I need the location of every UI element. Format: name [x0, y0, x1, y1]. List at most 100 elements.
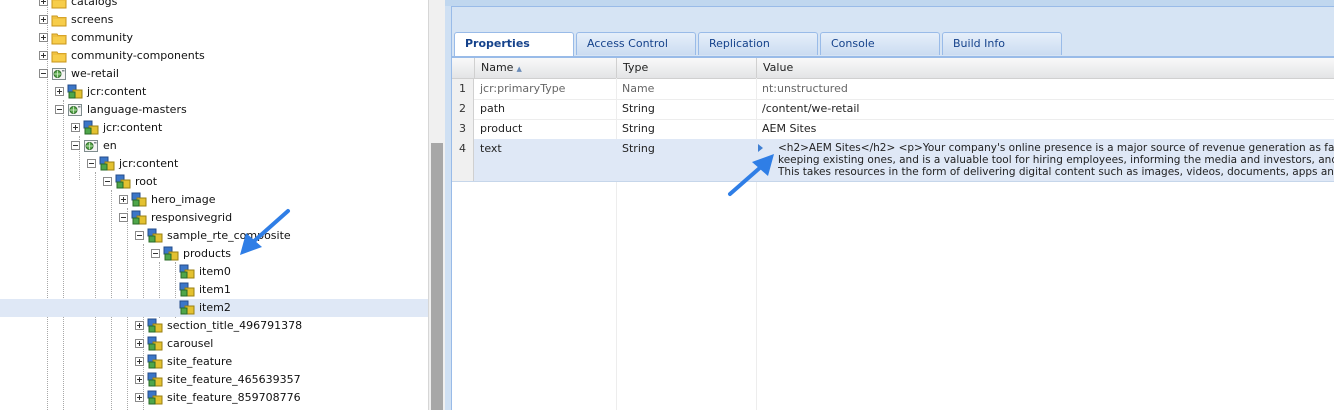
table-row[interactable]: 3 product String AEM Sites — [452, 119, 1334, 140]
tree-node[interactable]: catalogs — [0, 0, 428, 11]
tree-node-label: site_feature_465639357 — [167, 373, 301, 386]
sort-ascending-icon: ▲ — [516, 65, 522, 73]
column-header-type[interactable]: Type — [616, 58, 756, 78]
tree-node[interactable]: item0 — [0, 263, 428, 281]
property-name: path — [480, 102, 506, 115]
node-icon — [179, 300, 195, 316]
tab-strip: Properties Access Control Replication Co… — [452, 32, 1334, 57]
row-number: 4 — [452, 139, 474, 181]
tree-node[interactable]: community — [0, 29, 428, 47]
tree-node[interactable]: responsivegrid — [0, 209, 428, 227]
tree-node[interactable]: screens — [0, 11, 428, 29]
tree-scrollbar[interactable] — [428, 0, 445, 410]
property-value: AEM Sites — [762, 122, 817, 135]
tree-node[interactable]: jcr:content — [0, 155, 428, 173]
tree-node-label: root — [135, 175, 158, 188]
tree-node[interactable]: root — [0, 173, 428, 191]
node-icon — [147, 228, 163, 244]
tab-build-info[interactable]: Build Info — [942, 32, 1062, 55]
properties-panel: Properties Access Control Replication Co… — [445, 0, 1334, 410]
property-type: String — [622, 122, 655, 135]
column-header-name[interactable]: Name ▲ — [474, 58, 616, 78]
expand-icon[interactable] — [55, 87, 64, 96]
expand-icon[interactable] — [39, 51, 48, 60]
collapse-icon[interactable] — [119, 213, 128, 222]
collapse-icon[interactable] — [151, 249, 160, 258]
column-header-value[interactable]: Value — [756, 58, 1334, 78]
property-name: product — [480, 122, 523, 135]
tree-node[interactable]: site_feature_859708776 — [0, 389, 428, 407]
collapse-icon[interactable] — [103, 177, 112, 186]
collapse-icon[interactable] — [55, 105, 64, 114]
expand-icon[interactable] — [135, 321, 144, 330]
expand-icon[interactable] — [135, 339, 144, 348]
row-number-header — [452, 58, 474, 78]
tree-node-label: we-retail — [71, 67, 119, 80]
tree-node[interactable]: item1 — [0, 281, 428, 299]
expand-icon[interactable] — [71, 123, 80, 132]
tab-console[interactable]: Console — [820, 32, 940, 55]
property-value-multiline: <h2>AEM Sites</h2> <p>Your company's onl… — [778, 142, 1334, 178]
expand-icon[interactable] — [39, 15, 48, 24]
tree-scrollbar-thumb[interactable] — [431, 143, 443, 410]
tree-node-label: jcr:content — [103, 121, 163, 134]
grid-header: Name ▲ Type Value — [452, 58, 1334, 79]
tab-replication[interactable]: Replication — [698, 32, 818, 55]
page-icon — [67, 102, 83, 118]
properties-grid: Name ▲ Type Value 1 jcr:primaryType Name … — [452, 57, 1334, 410]
expand-icon[interactable] — [119, 195, 128, 204]
tree-node[interactable]: item2 — [0, 299, 428, 317]
tree-node-label: jcr:content — [119, 157, 179, 170]
tree-node-label: item2 — [199, 301, 231, 314]
collapse-icon[interactable] — [71, 141, 80, 150]
collapse-icon[interactable] — [135, 231, 144, 240]
tree-node[interactable]: site_feature — [0, 353, 428, 371]
tree-node[interactable]: jcr:content — [0, 119, 428, 137]
tree-node-label: hero_image — [151, 193, 216, 206]
value-line: keeping existing ones, and is a valuable… — [778, 154, 1334, 166]
tree-node[interactable]: carousel — [0, 335, 428, 353]
node-icon — [131, 192, 147, 208]
node-icon — [147, 354, 163, 370]
table-row[interactable]: 1 jcr:primaryType Name nt:unstructured — [452, 79, 1334, 100]
node-icon — [131, 210, 147, 226]
tree-node-label: community-components — [71, 49, 205, 62]
tree-node[interactable]: jcr:content — [0, 83, 428, 101]
tree-node[interactable]: section_title_496791378 — [0, 317, 428, 335]
tree-node[interactable]: language-masters — [0, 101, 428, 119]
tree-node-label: item1 — [199, 283, 231, 296]
expand-icon[interactable] — [39, 0, 48, 6]
panel-inner: Properties Access Control Replication Co… — [451, 6, 1334, 410]
tab-access-control[interactable]: Access Control — [576, 32, 696, 55]
tree-node[interactable]: en — [0, 137, 428, 155]
folder-icon — [51, 12, 67, 28]
annotation-arrow-icon — [240, 209, 290, 255]
collapse-icon[interactable] — [87, 159, 96, 168]
tree-node[interactable]: site_feature_465639357 — [0, 371, 428, 389]
row-number: 3 — [452, 119, 474, 139]
expand-icon[interactable] — [135, 375, 144, 384]
tree-node[interactable]: products — [0, 245, 428, 263]
tree-node-label: site_feature — [167, 355, 233, 368]
tree-node[interactable]: sample_rte_composite — [0, 227, 428, 245]
expand-icon[interactable] — [39, 33, 48, 42]
table-row[interactable]: 2 path String /content/we-retail — [452, 99, 1334, 120]
tree-node[interactable]: community-components — [0, 47, 428, 65]
expand-icon[interactable] — [135, 357, 144, 366]
table-row-selected[interactable]: 4 text String <h2>AEM Sites</h2> <p>Your… — [452, 139, 1334, 182]
expand-icon[interactable] — [135, 393, 144, 402]
property-value: /content/we-retail — [762, 102, 860, 115]
value-line: <h2>AEM Sites</h2> <p>Your company's onl… — [778, 142, 1334, 154]
tree-node[interactable]: we-retail — [0, 65, 428, 83]
node-icon — [147, 390, 163, 406]
property-type: Name — [622, 82, 655, 95]
tab-properties[interactable]: Properties — [454, 32, 574, 56]
node-icon — [179, 282, 195, 298]
folder-icon — [51, 48, 67, 64]
collapse-icon[interactable] — [39, 69, 48, 78]
node-icon — [163, 246, 179, 262]
tree-node-label: carousel — [167, 337, 214, 350]
node-icon — [179, 264, 195, 280]
tree-node[interactable]: hero_image — [0, 191, 428, 209]
column-header-name-label: Name — [481, 61, 514, 74]
